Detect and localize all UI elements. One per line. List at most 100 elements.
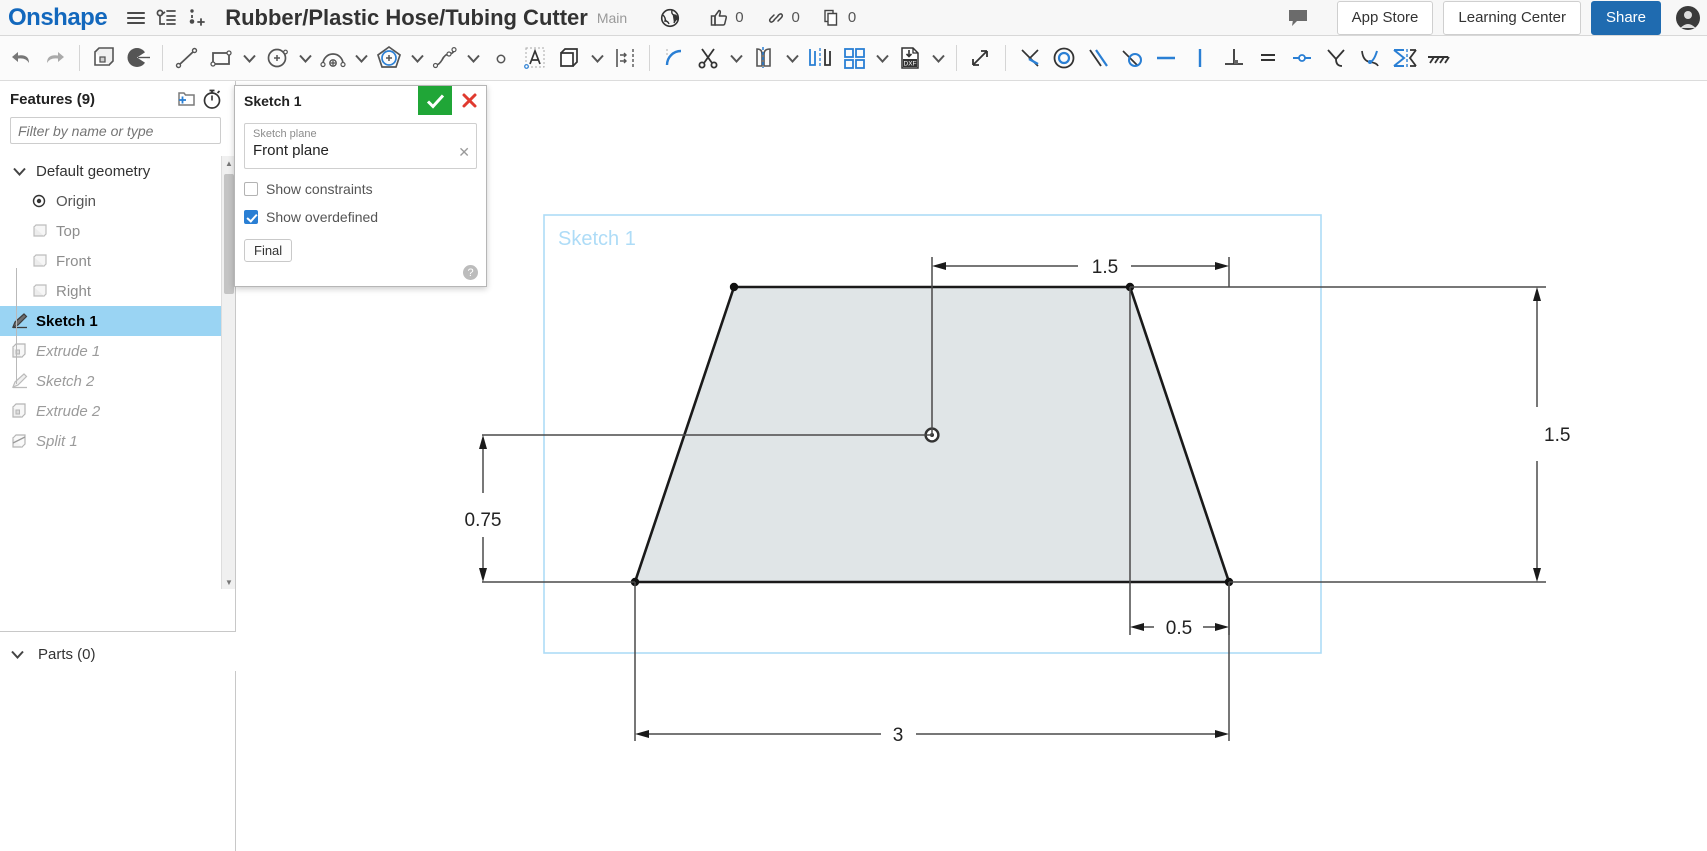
rectangle-icon[interactable] — [204, 38, 238, 78]
rollback-history-icon[interactable] — [199, 84, 225, 114]
dimension-bottom-3[interactable] — [634, 582, 1230, 741]
horizontal-icon[interactable] — [1149, 38, 1183, 78]
dimension-value-left[interactable]: 0.75 — [465, 510, 502, 531]
globe-icon[interactable] — [655, 3, 685, 33]
show-overdefined-label: Show overdefined — [266, 209, 379, 225]
dxf-import-icon[interactable]: DXF — [893, 38, 927, 78]
show-overdefined-row[interactable]: Show overdefined — [244, 209, 477, 225]
features-header: Features (9) — [0, 81, 235, 117]
feature-item-sketch-2[interactable]: Sketch 2 — [0, 366, 222, 396]
checkmark-icon[interactable] — [418, 86, 452, 115]
mirror-caret[interactable] — [781, 38, 803, 78]
new-folder-icon[interactable] — [173, 84, 199, 114]
plane-icon — [28, 253, 50, 269]
final-button[interactable]: Final — [244, 239, 293, 262]
parallel-icon[interactable] — [1081, 38, 1115, 78]
clear-x-icon[interactable]: ✕ — [458, 144, 470, 161]
dimension-value-offset[interactable]: 0.5 — [1166, 618, 1192, 639]
parts-section[interactable]: Parts (0) — [0, 637, 236, 671]
trim-icon[interactable] — [691, 38, 725, 78]
app-store-button[interactable]: App Store — [1336, 0, 1434, 35]
mirror-icon[interactable] — [747, 38, 781, 78]
offset-icon[interactable] — [608, 38, 642, 78]
use-caret[interactable] — [586, 38, 608, 78]
version-graph-icon[interactable] — [151, 3, 181, 33]
fix-icon[interactable] — [1421, 38, 1455, 78]
polygon-icon[interactable] — [372, 38, 406, 78]
spline-caret[interactable] — [462, 38, 484, 78]
construction-icon[interactable] — [1387, 38, 1421, 78]
circle-icon[interactable] — [260, 38, 294, 78]
feature-item-sketch-1[interactable]: Sketch 1 — [0, 306, 222, 336]
add-point-icon[interactable] — [181, 3, 211, 33]
feature-group-default-geometry[interactable]: Default geometry — [0, 156, 222, 186]
copies-group[interactable]: 0 — [820, 3, 856, 33]
dimension-value-right[interactable]: 1.5 — [1544, 425, 1570, 446]
point-icon[interactable] — [484, 38, 518, 78]
pattern-caret[interactable] — [871, 38, 893, 78]
concentric-icon[interactable] — [1047, 38, 1081, 78]
fillet-icon[interactable] — [657, 38, 691, 78]
comment-bubble-icon[interactable] — [1283, 3, 1313, 33]
scrollbar-thumb[interactable] — [224, 174, 234, 294]
text-icon[interactable] — [518, 38, 552, 78]
help-question-icon[interactable]: ? — [463, 265, 478, 280]
feature-item-front[interactable]: Front — [0, 246, 222, 276]
branch-name: Main — [596, 9, 628, 26]
trim-caret[interactable] — [725, 38, 747, 78]
features-filter-input[interactable] — [10, 117, 221, 144]
learning-center-button[interactable]: Learning Center — [1443, 0, 1581, 35]
feature-item-split-1[interactable]: Split 1 — [0, 426, 222, 456]
account-avatar-icon[interactable] — [1673, 3, 1703, 33]
spline-icon[interactable] — [428, 38, 462, 78]
show-constraints-checkbox[interactable] — [244, 182, 258, 196]
feature-item-top[interactable]: Top — [0, 216, 222, 246]
feature-item-extrude-1[interactable]: Extrude 1 — [0, 336, 222, 366]
feature-item-right[interactable]: Right — [0, 276, 222, 306]
redo-icon[interactable] — [38, 38, 72, 78]
feature-item-extrude-2[interactable]: Extrude 2 — [0, 396, 222, 426]
document-title[interactable]: Rubber/Plastic Hose/Tubing Cutter — [225, 5, 588, 31]
sketch-plane-field[interactable]: Sketch plane Front plane ✕ — [244, 123, 477, 169]
likes-group[interactable]: 0 — [707, 3, 744, 33]
equal-icon[interactable] — [1251, 38, 1285, 78]
rectangle-caret[interactable] — [238, 38, 260, 78]
dimension-value-top[interactable]: 1.5 — [1092, 257, 1118, 278]
hamburger-icon[interactable] — [121, 3, 151, 33]
undo-icon[interactable] — [4, 38, 38, 78]
line-icon[interactable] — [170, 38, 204, 78]
parts-label: Parts (0) — [38, 645, 96, 663]
onshape-logo[interactable]: Onshape — [8, 5, 108, 30]
arc-icon[interactable] — [316, 38, 350, 78]
features-panel: Features (9) Default geometry — [0, 81, 236, 632]
circle-caret[interactable] — [294, 38, 316, 78]
grid-pattern-icon[interactable] — [837, 38, 871, 78]
extrude-icon[interactable] — [87, 38, 121, 78]
links-group[interactable]: 0 — [764, 3, 800, 33]
show-constraints-row[interactable]: Show constraints — [244, 181, 477, 197]
curvature-icon[interactable] — [1353, 38, 1387, 78]
sketch-dialog-header: Sketch 1 — [235, 86, 486, 115]
share-button[interactable]: Share — [1590, 0, 1661, 35]
sketch-dialog: Sketch 1 Sketch plane Front plane ✕ Show… — [234, 85, 487, 287]
x-close-icon[interactable] — [452, 86, 486, 115]
show-overdefined-checkbox[interactable] — [244, 210, 258, 224]
feature-label: Sketch 2 — [36, 372, 95, 390]
tangent-icon[interactable] — [1115, 38, 1149, 78]
feature-item-origin[interactable]: Origin — [0, 186, 222, 216]
features-scrollbar[interactable]: ▲ ▼ — [221, 156, 235, 589]
midpoint-icon[interactable] — [1285, 38, 1319, 78]
perpendicular-icon[interactable] — [1217, 38, 1251, 78]
coincident-icon[interactable] — [1013, 38, 1047, 78]
revolve-icon[interactable] — [121, 38, 155, 78]
scroll-down-arrow-icon[interactable]: ▼ — [222, 575, 236, 589]
dimension-icon[interactable] — [964, 38, 998, 78]
use-projection-icon[interactable] — [552, 38, 586, 78]
dxf-caret[interactable] — [927, 38, 949, 78]
arc-caret[interactable] — [350, 38, 372, 78]
vertical-icon[interactable] — [1183, 38, 1217, 78]
linear-pattern-icon[interactable] — [803, 38, 837, 78]
polygon-caret[interactable] — [406, 38, 428, 78]
symmetric-icon[interactable] — [1319, 38, 1353, 78]
dimension-value-bottom[interactable]: 3 — [893, 725, 904, 746]
